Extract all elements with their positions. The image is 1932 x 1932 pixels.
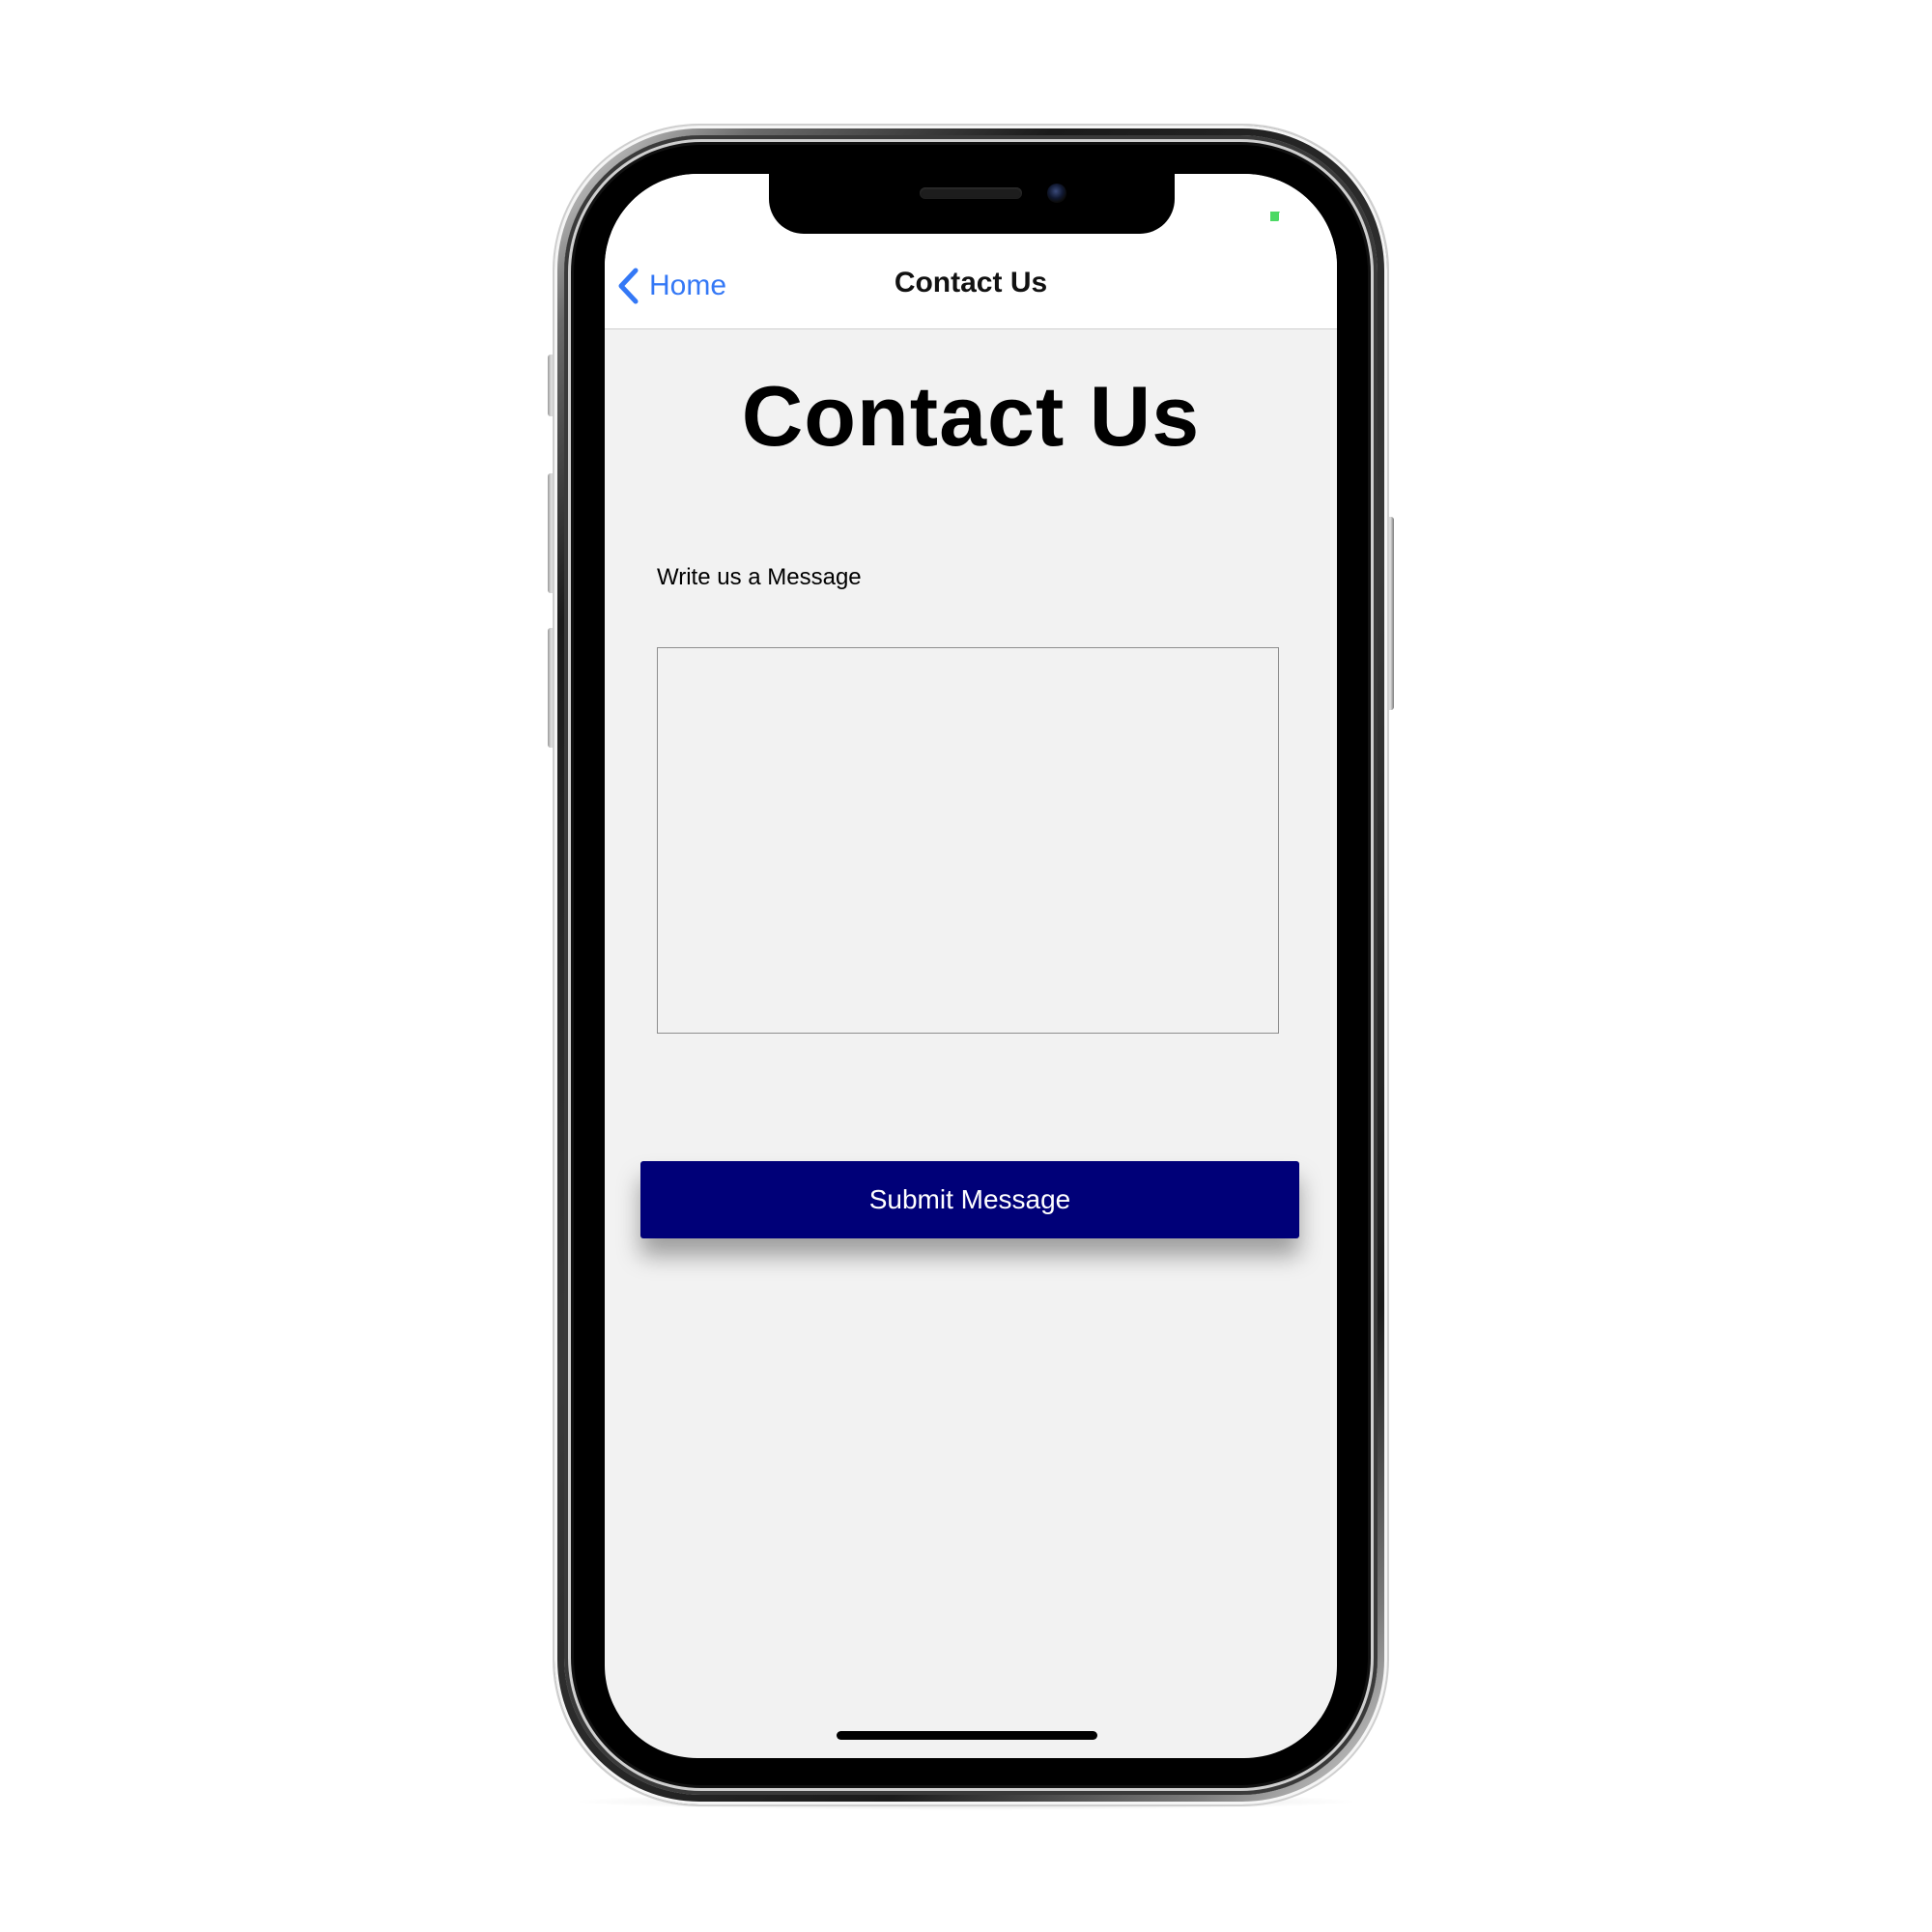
home-indicator[interactable] — [837, 1731, 1097, 1740]
front-camera — [1047, 184, 1066, 203]
phone-screen: Home Contact Us Contact Us Write us a Me… — [605, 174, 1337, 1758]
speaker-grille — [920, 187, 1022, 199]
submit-message-button[interactable]: Submit Message — [640, 1161, 1299, 1238]
battery-icon — [1270, 212, 1280, 221]
power-button — [1386, 517, 1394, 710]
nav-title: Contact Us — [894, 267, 1048, 298]
navigation-bar: Home Contact Us — [605, 243, 1337, 329]
message-label: Write us a Message — [657, 564, 862, 590]
message-textarea[interactable] — [657, 647, 1279, 1034]
page-title: Contact Us — [741, 368, 1201, 464]
notch — [769, 174, 1175, 234]
